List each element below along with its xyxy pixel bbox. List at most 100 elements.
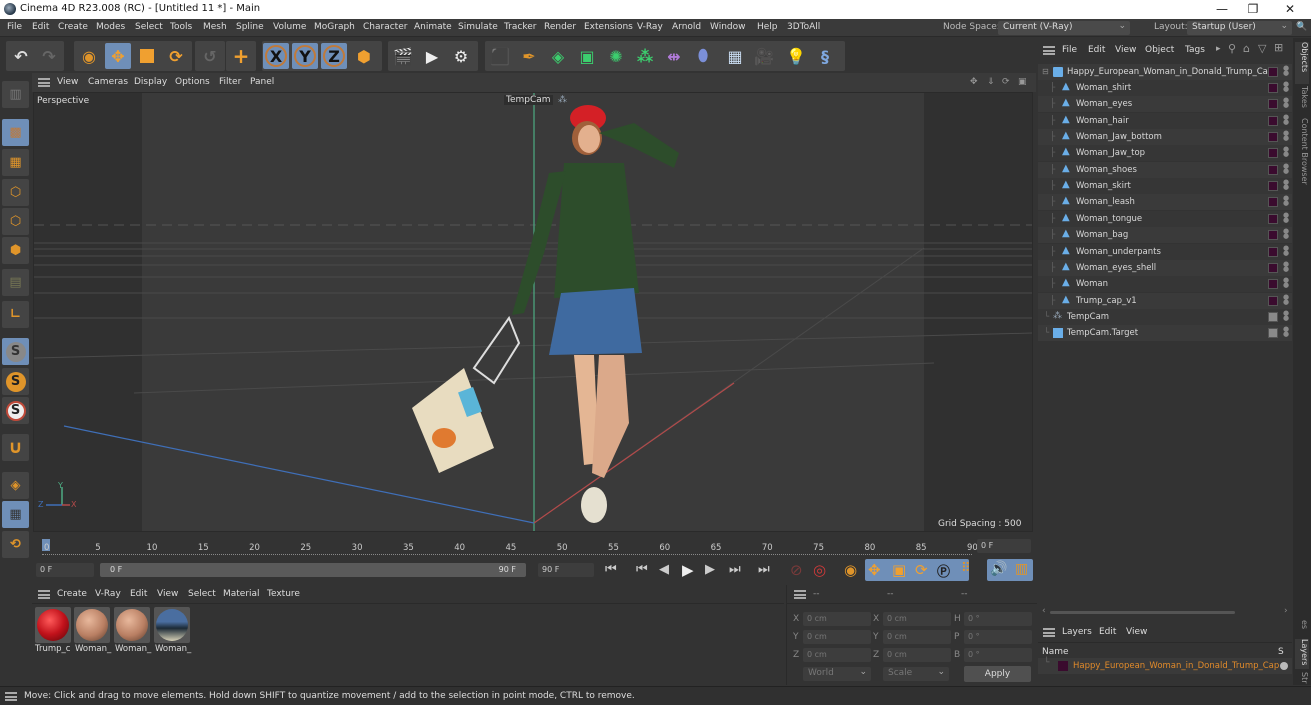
undo-icon[interactable]: ↶ bbox=[8, 43, 34, 69]
size-y-field[interactable]: 0 cm bbox=[883, 630, 951, 644]
key-position-icon[interactable]: ✥ bbox=[868, 561, 881, 579]
obj-menu-object[interactable]: Object bbox=[1145, 45, 1174, 55]
visibility-dots[interactable]: ● ● bbox=[1283, 130, 1289, 143]
node-space-dropdown[interactable]: Current (V-Ray) ⌄ bbox=[998, 21, 1130, 35]
timeline-ruler[interactable]: 0 5 10 15 20 25 30 35 40 45 50 55 60 65 70 75 80 85 90 0 F bbox=[32, 535, 1036, 557]
viewport-menu-view[interactable]: View bbox=[57, 77, 78, 87]
layers-menu-layers[interactable]: Layers bbox=[1062, 627, 1092, 637]
autokeying-icon[interactable]: ◎ bbox=[813, 561, 826, 579]
hamburger-icon[interactable] bbox=[1043, 46, 1055, 55]
visibility-dots[interactable]: ● ● bbox=[1283, 211, 1289, 225]
go-to-next-key-icon[interactable]: ⏭ bbox=[729, 562, 741, 577]
layer-row[interactable]: └ Happy_European_Woman_in_Donald_Trump_C… bbox=[1038, 658, 1292, 674]
menu-tracker[interactable]: Tracker bbox=[504, 22, 536, 32]
visibility-dots[interactable]: ● ● bbox=[1283, 113, 1289, 127]
axis-z-icon[interactable]: Z bbox=[321, 43, 347, 69]
tab-layers[interactable]: Layers bbox=[1295, 639, 1309, 669]
object-manager-scrollbar[interactable]: ‹ › bbox=[1038, 606, 1292, 618]
uv-mode-icon[interactable]: ▤ bbox=[2, 269, 29, 296]
rot-p-field[interactable]: 0 ° bbox=[964, 630, 1032, 644]
visibility-dots[interactable]: ● ● bbox=[1283, 81, 1289, 94]
object-row[interactable]: └ TempCam.Target ● ● bbox=[1038, 325, 1292, 342]
tab-takes[interactable]: Takes bbox=[1295, 86, 1309, 114]
visibility-dots[interactable]: ● ● bbox=[1283, 326, 1289, 339]
tab-structure[interactable]: Str bbox=[1295, 672, 1309, 686]
subdivision-surface-icon[interactable]: ◈ bbox=[545, 43, 571, 69]
layers-menu-view[interactable]: View bbox=[1126, 627, 1147, 637]
magnet-icon[interactable]: ∪ bbox=[2, 434, 29, 461]
axis-y-icon[interactable]: Y bbox=[292, 43, 318, 69]
viewport-menu-options[interactable]: Options bbox=[175, 77, 210, 87]
hamburger-icon[interactable] bbox=[1043, 628, 1055, 637]
floor-icon[interactable]: ▦ bbox=[722, 43, 748, 69]
menu-select[interactable]: Select bbox=[135, 22, 163, 32]
layout-dropdown[interactable]: Startup (User) ⌄ bbox=[1187, 21, 1292, 35]
layer-color-swatch[interactable] bbox=[1268, 83, 1278, 93]
sound-icon[interactable]: 🔊 bbox=[990, 561, 1007, 577]
render-view-icon[interactable]: 🎬 bbox=[390, 43, 416, 69]
lock-workplane-icon[interactable]: ▦ bbox=[2, 501, 29, 528]
visibility-dots[interactable]: ● ● bbox=[1283, 195, 1289, 208]
menu-arnold[interactable]: Arnold bbox=[672, 22, 701, 32]
solo-column-header[interactable]: S bbox=[1278, 647, 1284, 657]
name-column-header[interactable]: Name bbox=[1042, 647, 1069, 657]
hamburger-icon[interactable] bbox=[5, 692, 17, 701]
layer-color-swatch[interactable] bbox=[1268, 67, 1278, 77]
layer-color-swatch[interactable] bbox=[1268, 181, 1278, 192]
layer-color-swatch[interactable] bbox=[1268, 197, 1278, 208]
layer-color-swatch[interactable] bbox=[1268, 262, 1278, 273]
mat-menu-edit[interactable]: Edit bbox=[130, 589, 147, 599]
render-picture-viewer-icon[interactable]: ▶ bbox=[419, 43, 445, 69]
material-swatch[interactable] bbox=[35, 607, 71, 643]
cube-icon[interactable]: ⬛ bbox=[487, 43, 513, 69]
menu-volume[interactable]: Volume bbox=[273, 22, 306, 32]
pos-z-field[interactable]: 0 cm bbox=[803, 648, 871, 662]
menu-file[interactable]: File bbox=[7, 22, 22, 32]
layer-color-swatch[interactable] bbox=[1268, 295, 1278, 306]
new-window-icon[interactable]: ⊞ bbox=[1274, 41, 1283, 54]
menu-edit[interactable]: Edit bbox=[32, 22, 49, 32]
menu-modes[interactable]: Modes bbox=[96, 22, 125, 32]
cloner-icon[interactable]: ✺ bbox=[603, 43, 629, 69]
layer-color-swatch[interactable] bbox=[1268, 115, 1278, 126]
pos-x-field[interactable]: 0 cm bbox=[803, 612, 871, 626]
hamburger-icon[interactable] bbox=[38, 590, 50, 599]
solo-toggle[interactable] bbox=[1280, 662, 1288, 670]
apply-button[interactable]: Apply bbox=[964, 666, 1031, 682]
menu-mograph[interactable]: MoGraph bbox=[314, 22, 355, 32]
object-row[interactable]: ├ ▲ Woman_Jaw_bottom ● ● bbox=[1038, 129, 1292, 146]
visibility-dots[interactable]: ● ● bbox=[1283, 65, 1289, 78]
key-parameter-icon[interactable]: Ⓟ bbox=[937, 561, 950, 580]
extrude-icon[interactable]: ▣ bbox=[574, 43, 600, 69]
tab-attributes[interactable]: es bbox=[1295, 620, 1309, 636]
align-workplane-icon[interactable]: ⟲ bbox=[2, 531, 29, 558]
menu-mesh[interactable]: Mesh bbox=[203, 22, 227, 32]
mat-menu-select[interactable]: Select bbox=[188, 589, 216, 599]
scale-tool-icon[interactable] bbox=[134, 43, 160, 69]
camera-icon[interactable]: 🎥 bbox=[751, 43, 777, 69]
go-to-start-icon[interactable]: ⏮ bbox=[605, 562, 617, 577]
timeline-window-icon[interactable]: ▥ bbox=[1015, 561, 1028, 577]
mat-menu-create[interactable]: Create bbox=[57, 589, 87, 599]
key-point-level-icon[interactable]: ⠿ bbox=[961, 561, 971, 576]
obj-menu-edit[interactable]: Edit bbox=[1088, 45, 1105, 55]
light-icon[interactable]: 💡 bbox=[783, 43, 809, 69]
world-coordinate-icon[interactable]: ⬢ bbox=[351, 43, 377, 69]
go-to-previous-key-icon[interactable]: ⏮ bbox=[636, 562, 648, 577]
rot-h-field[interactable]: 0 ° bbox=[964, 612, 1032, 626]
play-icon[interactable]: ▶ bbox=[682, 561, 694, 579]
rotate-tool-icon[interactable]: ⟳ bbox=[163, 43, 189, 69]
obj-menu-tags[interactable]: Tags bbox=[1185, 45, 1205, 55]
viewport-pan-icon[interactable]: ✥ bbox=[970, 77, 978, 87]
size-z-field[interactable]: 0 cm bbox=[883, 648, 951, 662]
search-icon[interactable]: ⚲ bbox=[1228, 42, 1236, 55]
make-editable-icon[interactable]: ▥ bbox=[2, 81, 29, 108]
key-rotation-icon[interactable]: ⟳ bbox=[915, 561, 928, 579]
object-row[interactable]: ├ ▲ Woman_skirt ● ● bbox=[1038, 178, 1292, 195]
menu-tools[interactable]: Tools bbox=[170, 22, 192, 32]
add-object-icon[interactable]: + bbox=[228, 43, 254, 69]
material-swatch[interactable] bbox=[74, 607, 110, 643]
layer-color-swatch[interactable] bbox=[1268, 99, 1278, 110]
menu-create[interactable]: Create bbox=[58, 22, 88, 32]
layers-menu-edit[interactable]: Edit bbox=[1099, 627, 1116, 637]
